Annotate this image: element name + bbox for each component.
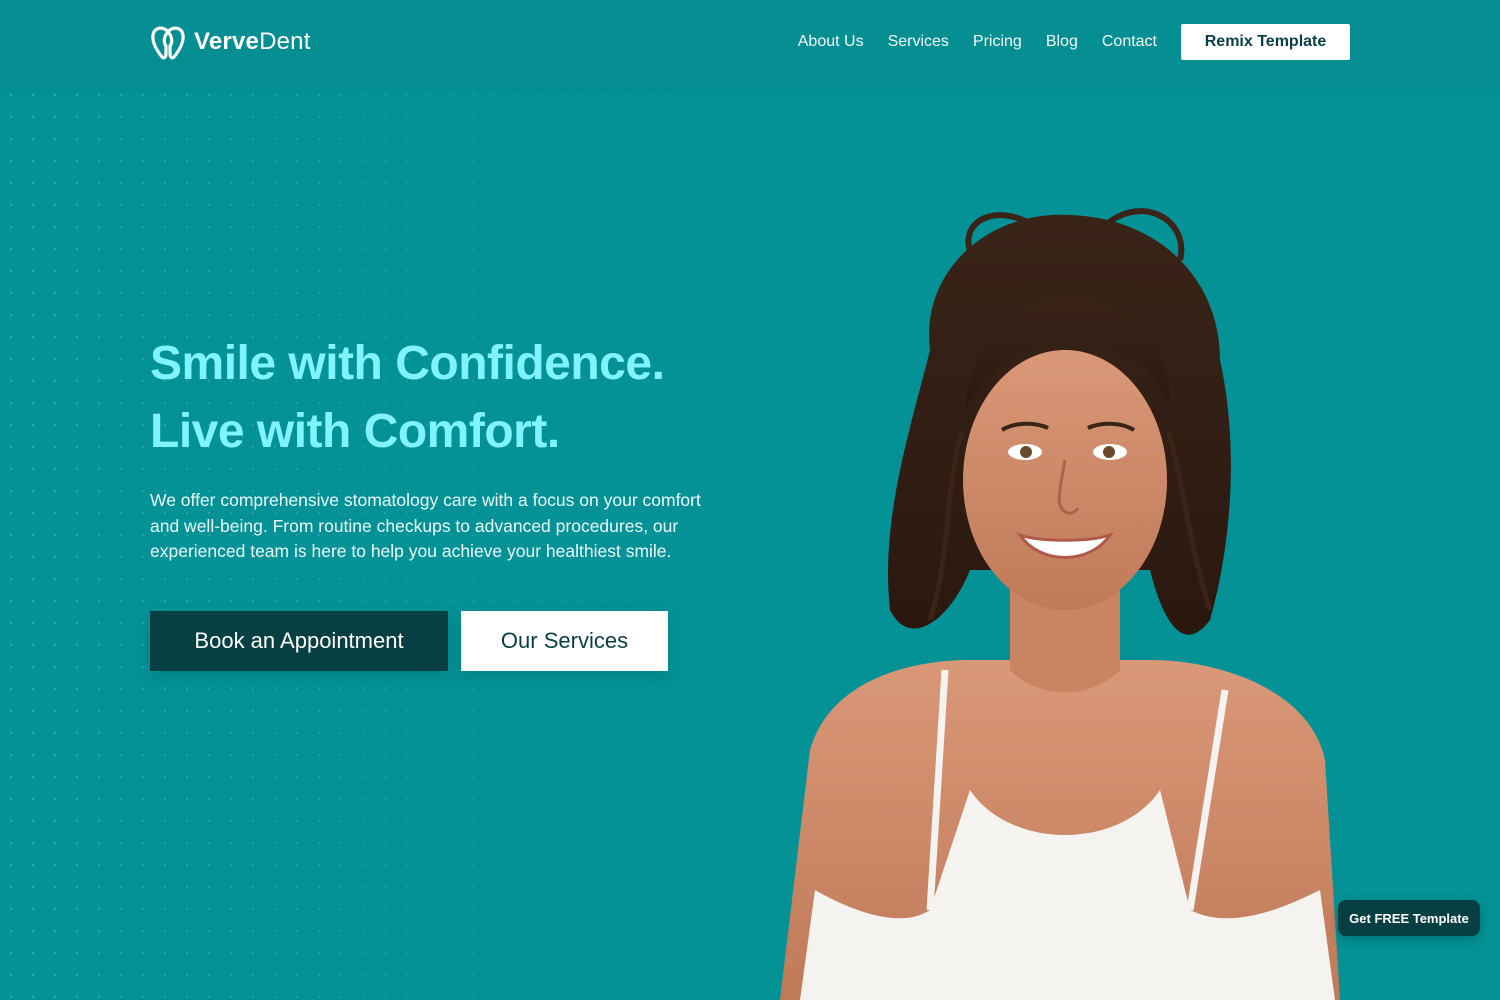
hero-portrait-image (740, 190, 1380, 1000)
nav-services[interactable]: Services (888, 33, 949, 51)
brand-name: VerveDent (194, 28, 311, 55)
nav-about-us[interactable]: About Us (798, 33, 864, 51)
nav-blog[interactable]: Blog (1046, 33, 1078, 51)
hero-title-line-2: Live with Comfort. (150, 405, 560, 458)
book-appointment-button[interactable]: Book an Appointment (150, 611, 448, 671)
site-header: VerveDent About Us Services Pricing Blog… (0, 0, 1500, 84)
brand-logo[interactable]: VerveDent (150, 24, 311, 60)
nav-contact[interactable]: Contact (1102, 33, 1157, 51)
our-services-button[interactable]: Our Services (461, 611, 668, 671)
nav-pricing[interactable]: Pricing (973, 33, 1022, 51)
main-navigation: About Us Services Pricing Blog Contact R… (798, 24, 1350, 60)
tooth-icon (150, 24, 186, 60)
remix-template-button[interactable]: Remix Template (1181, 24, 1350, 60)
hero-title: Smile with Confidence. Live with Comfort… (150, 330, 665, 466)
hero-title-line-1: Smile with Confidence. (150, 337, 665, 390)
hero-description: We offer comprehensive stomatology care … (150, 490, 701, 561)
get-free-template-button[interactable]: Get FREE Template (1338, 900, 1480, 936)
